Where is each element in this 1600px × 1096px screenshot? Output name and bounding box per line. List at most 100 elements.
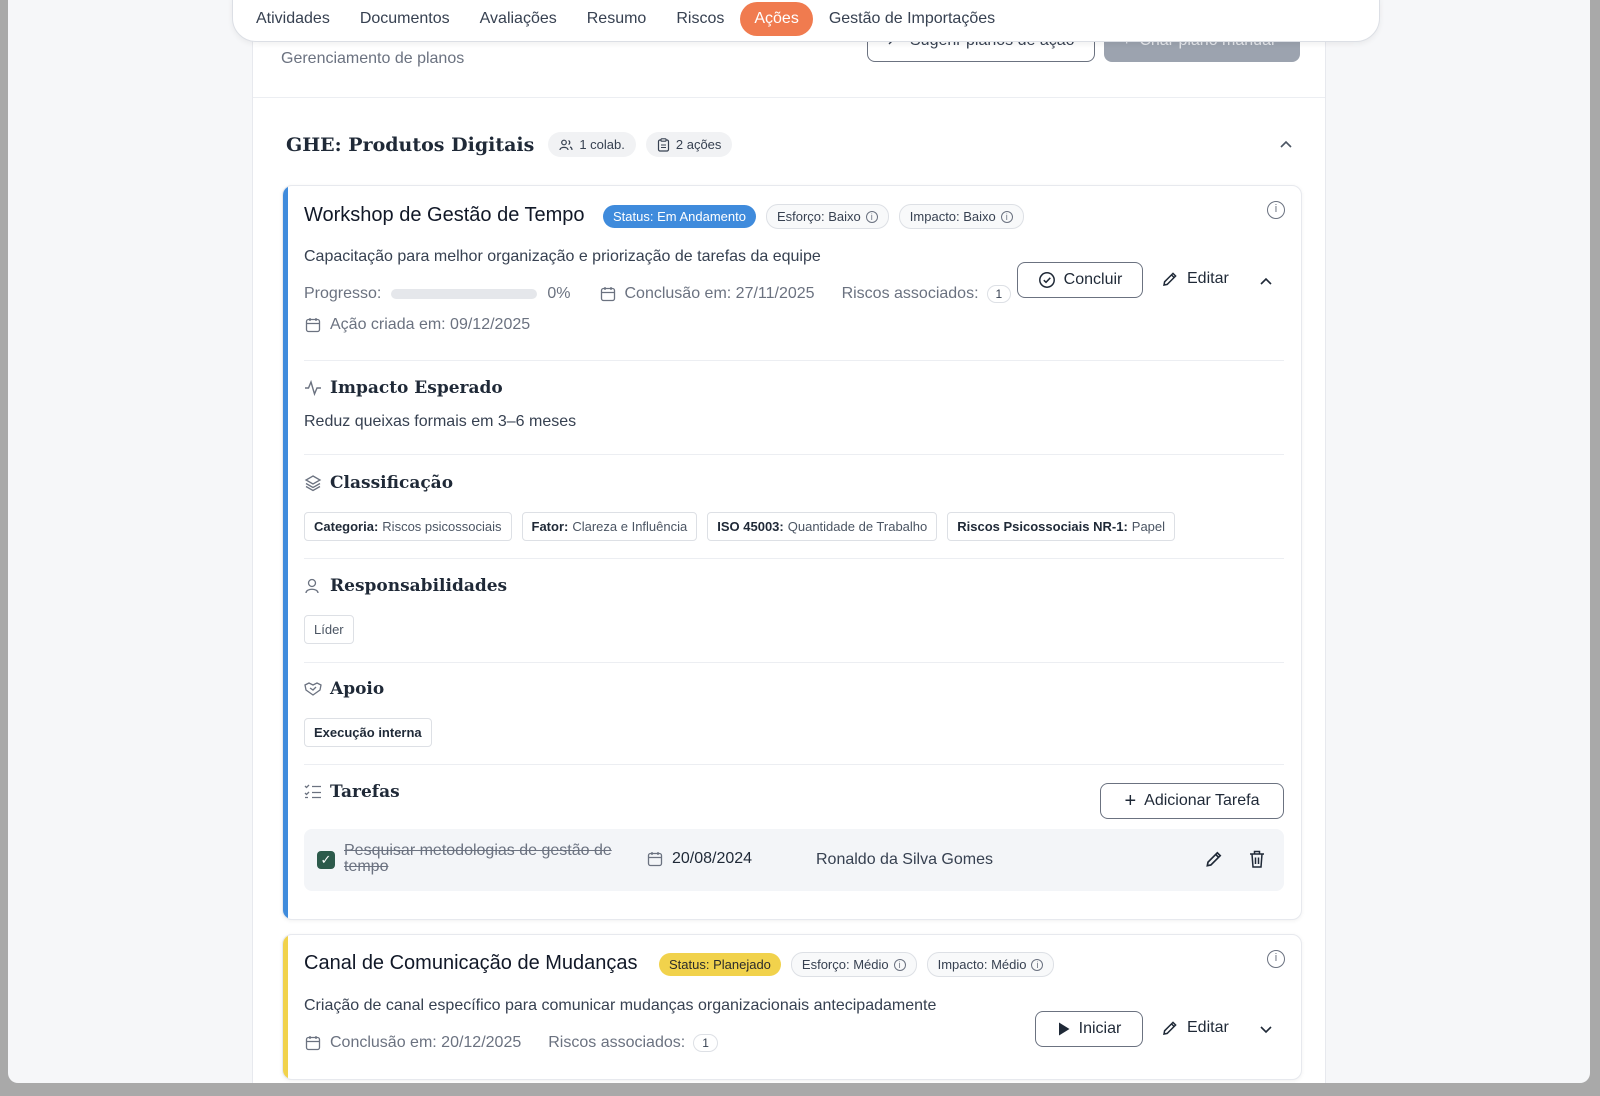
edit-task-button[interactable] xyxy=(1204,849,1224,874)
add-task-button[interactable]: + Adicionar Tarefa xyxy=(1100,783,1284,819)
info-icon[interactable]: i xyxy=(1031,958,1044,971)
risks-count: 1 xyxy=(693,1034,718,1052)
check-circle-icon xyxy=(1038,272,1055,288)
support-tag: Execução interna xyxy=(304,718,432,747)
ghe-title: GHE: Produtos Digitais xyxy=(286,133,535,156)
section-divider xyxy=(304,558,1284,559)
tab-gestao-importacoes[interactable]: Gestão de Importações xyxy=(815,2,1009,36)
details-info-icon[interactable]: i xyxy=(1267,201,1285,219)
edit-label: Editar xyxy=(1187,1019,1229,1036)
status-stripe xyxy=(283,935,288,1079)
impact-text: Impacto: Baixo xyxy=(909,209,996,224)
progress-label: Progresso: xyxy=(304,285,382,302)
conclusion-date: Conclusão em: 20/12/2025 xyxy=(330,1034,522,1051)
calendar-icon xyxy=(646,850,664,868)
tasks-title: Tarefas xyxy=(330,782,400,802)
action-description: Criação de canal específico para comunic… xyxy=(304,997,937,1014)
task-row: ✓ Pesquisar metodologias de gestão de te… xyxy=(304,829,1284,891)
details-info-icon[interactable]: i xyxy=(1267,950,1285,968)
action-badges: Status: Planejado Esforço: Médio i Impact… xyxy=(659,952,1055,977)
task-date: 20/08/2024 xyxy=(646,850,752,868)
add-task-label: Adicionar Tarefa xyxy=(1144,792,1260,809)
info-icon[interactable]: i xyxy=(893,958,906,971)
start-label: Iniciar xyxy=(1078,1020,1122,1037)
section-tabs: Atividades Documentos Avaliações Resumo … xyxy=(232,0,1380,42)
header-divider xyxy=(253,97,1325,98)
classification-section-title: Classificação xyxy=(304,473,453,493)
tab-documentos[interactable]: Documentos xyxy=(346,2,464,36)
chevron-up-icon xyxy=(1280,140,1292,148)
status-badge: Status: Em Andamento xyxy=(603,205,756,228)
effort-badge: Esforço: Baixo i xyxy=(765,204,889,229)
tab-atividades[interactable]: Atividades xyxy=(242,2,344,36)
risks-label: Riscos associados: xyxy=(841,285,979,302)
section-divider xyxy=(304,662,1284,663)
edit-button[interactable]: Editar xyxy=(1161,270,1229,288)
created-meta: Ação criada em: 09/12/2025 xyxy=(304,316,530,334)
action-meta: Conclusão em: 20/12/2025 Riscos associad… xyxy=(304,1034,718,1052)
collab-count: 1 colab. xyxy=(579,137,625,152)
section-divider xyxy=(304,764,1284,765)
action-badges: Status: Em Andamento Esforço: Baixo i Imp… xyxy=(603,204,1024,229)
handshake-icon xyxy=(304,680,322,698)
delete-task-button[interactable] xyxy=(1248,849,1266,874)
collapse-card-button[interactable] xyxy=(1259,273,1273,289)
impact-badge: Impacto: Baixo i xyxy=(898,204,1024,229)
section-divider xyxy=(304,360,1284,361)
panel-subtitle: Gerenciamento de planos xyxy=(281,50,465,67)
expand-card-button[interactable] xyxy=(1259,1022,1273,1038)
action-description: Capacitação para melhor organização e pr… xyxy=(304,248,821,265)
ghe-header: GHE: Produtos Digitais 1 colab. 2 ações xyxy=(286,132,733,157)
tab-acoes[interactable]: Ações xyxy=(740,2,813,36)
progress-bar xyxy=(391,289,538,299)
section-divider xyxy=(304,454,1284,455)
actions-panel: Gerenciamento de planos Sugerir planos d… xyxy=(252,0,1326,1083)
nr1-tag: Riscos Psicossociais NR-1: Papel xyxy=(947,512,1176,541)
action-title: Workshop de Gestão de Tempo xyxy=(304,204,585,226)
task-name: Pesquisar metodologias de gestão de temp… xyxy=(344,842,612,875)
pencil-icon xyxy=(1163,1021,1177,1035)
info-icon[interactable]: i xyxy=(865,210,878,223)
category-tag: Categoria: Riscos psicossociais xyxy=(304,512,512,541)
collapse-ghe-button[interactable] xyxy=(1279,136,1293,152)
risks-label: Riscos associados: xyxy=(548,1034,686,1051)
actions-count: 2 ações xyxy=(675,137,722,152)
task-assignee: Ronaldo da Silva Gomes xyxy=(816,851,993,868)
impact-title: Impacto Esperado xyxy=(330,378,503,398)
factor-tag: Fator: Clareza e Influência xyxy=(521,512,698,541)
task-checkbox[interactable]: ✓ xyxy=(317,851,335,869)
conclude-label: Concluir xyxy=(1063,271,1123,288)
status-badge: Status: Planejado xyxy=(659,953,781,976)
action-meta: Progresso: 0% Conclusão em: 27/11/2025 R… xyxy=(304,285,1012,303)
impact-text: Impacto: Médio xyxy=(937,957,1027,972)
tab-riscos[interactable]: Riscos xyxy=(662,2,738,36)
conclude-button[interactable]: Concluir xyxy=(1017,262,1143,298)
responsibilities-section-title: Responsabilidades xyxy=(304,576,507,596)
action-card: Workshop de Gestão de Tempo Status: Em A… xyxy=(282,185,1302,920)
calendar-icon xyxy=(304,316,322,334)
role-tag: Líder xyxy=(304,615,354,644)
tab-resumo[interactable]: Resumo xyxy=(573,2,661,36)
pencil-icon xyxy=(1163,272,1177,286)
plus-icon: + xyxy=(1124,790,1137,812)
layers-icon xyxy=(304,474,322,492)
status-stripe xyxy=(283,186,288,919)
conclusion-date: Conclusão em: 27/11/2025 xyxy=(624,285,815,302)
clipboard-icon xyxy=(657,137,669,152)
effort-text: Esforço: Baixo xyxy=(776,209,861,224)
start-button[interactable]: Iniciar xyxy=(1035,1011,1143,1047)
list-checks-icon xyxy=(304,783,322,801)
users-icon xyxy=(559,139,573,150)
impact-badge: Impacto: Médio i xyxy=(926,952,1055,977)
info-icon[interactable]: i xyxy=(1000,210,1013,223)
classification-title: Classificação xyxy=(330,473,454,493)
progress-value: 0% xyxy=(547,285,571,302)
support-title: Apoio xyxy=(330,679,385,699)
edit-button[interactable]: Editar xyxy=(1161,1019,1229,1037)
collab-chip: 1 colab. xyxy=(548,132,636,157)
impact-section-title: Impacto Esperado xyxy=(304,378,503,398)
impact-text: Reduz queixas formais em 3–6 meses xyxy=(304,413,577,430)
support-tags: Execução interna xyxy=(304,718,432,747)
calendar-icon xyxy=(599,285,617,303)
tab-avaliacoes[interactable]: Avaliações xyxy=(466,2,571,36)
